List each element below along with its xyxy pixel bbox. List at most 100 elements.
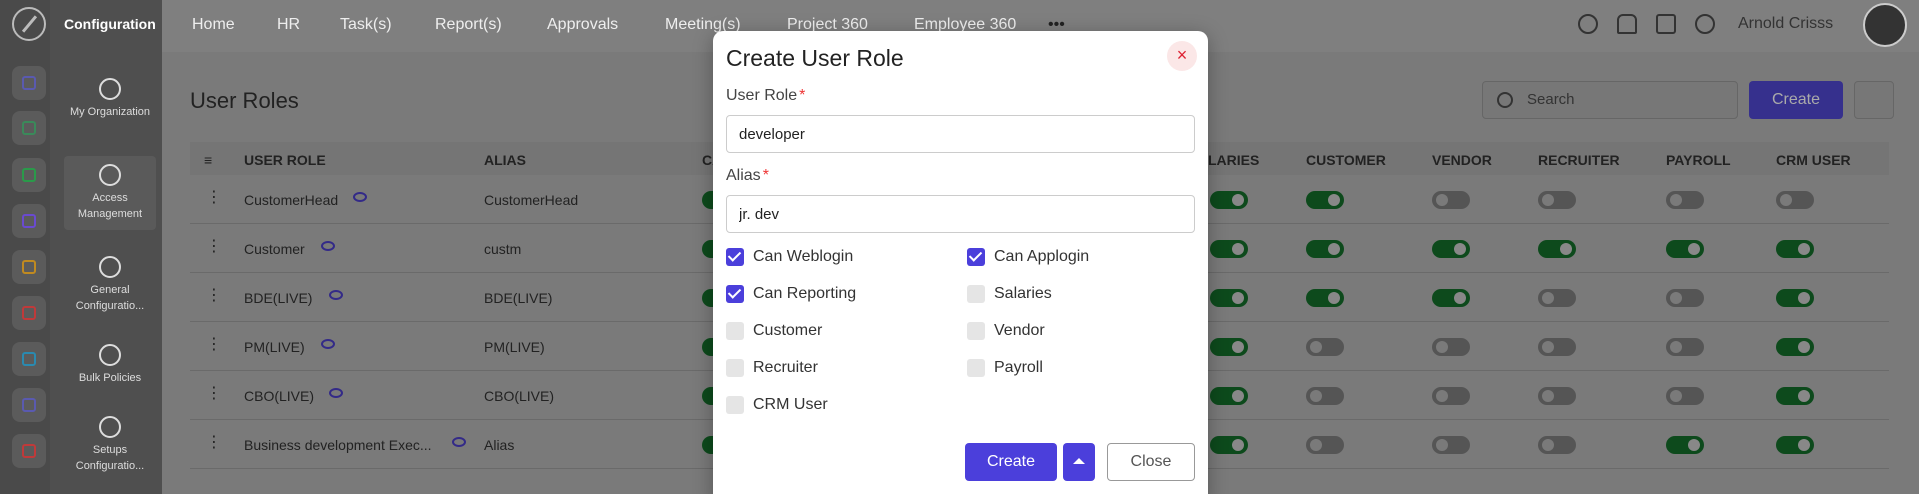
gear-icon[interactable] <box>1695 14 1715 34</box>
row-menu-icon[interactable]: ⋮ <box>206 236 222 256</box>
checkbox-can-weblogin[interactable]: Can Weblogin <box>726 248 853 266</box>
bell-icon[interactable] <box>1617 14 1637 34</box>
permission-toggle[interactable] <box>1538 436 1576 454</box>
users-icon[interactable] <box>12 111 46 145</box>
monitor-icon[interactable] <box>12 434 46 468</box>
permission-toggle[interactable] <box>1306 191 1344 209</box>
permission-toggle[interactable] <box>1432 191 1470 209</box>
create-button[interactable]: Create <box>1749 81 1843 119</box>
checkbox-box[interactable] <box>726 322 744 340</box>
sidebar-item-general-configuration[interactable]: General Configuratio... <box>64 256 156 314</box>
nav-reports[interactable]: Report(s) <box>435 16 502 34</box>
permission-toggle[interactable] <box>1306 387 1344 405</box>
checkbox-box[interactable] <box>726 285 744 303</box>
filter-icon[interactable] <box>1854 81 1894 119</box>
checkbox-box[interactable] <box>726 359 744 377</box>
checkbox-vendor[interactable]: Vendor <box>967 322 1045 340</box>
nav-home[interactable]: Home <box>192 16 235 34</box>
apps-grid-icon[interactable] <box>1656 14 1676 34</box>
nav-tasks[interactable]: Task(s) <box>340 16 392 34</box>
permission-toggle[interactable] <box>1776 387 1814 405</box>
permission-toggle[interactable] <box>1776 289 1814 307</box>
permission-toggle[interactable] <box>1432 387 1470 405</box>
chart-icon[interactable] <box>12 296 46 330</box>
permission-toggle[interactable] <box>1538 289 1576 307</box>
permission-toggle[interactable] <box>1210 387 1248 405</box>
user-role-input[interactable] <box>726 115 1195 153</box>
column-settings-icon[interactable]: ≡ <box>204 152 212 168</box>
row-menu-icon[interactable]: ⋮ <box>206 285 222 305</box>
permission-toggle[interactable] <box>1666 191 1704 209</box>
permission-toggle[interactable] <box>1538 338 1576 356</box>
checkbox-box[interactable] <box>967 359 985 377</box>
checkbox-salaries[interactable]: Salaries <box>967 285 1052 303</box>
alias-input[interactable] <box>726 195 1195 233</box>
create-role-button[interactable]: Create <box>965 443 1057 481</box>
checkbox-customer[interactable]: Customer <box>726 322 822 340</box>
permission-toggle[interactable] <box>1666 436 1704 454</box>
view-icon[interactable] <box>328 290 343 300</box>
view-icon[interactable] <box>320 241 335 251</box>
permission-toggle[interactable] <box>1666 240 1704 258</box>
permission-toggle[interactable] <box>1210 240 1248 258</box>
user-name[interactable]: Arnold Crisss <box>1738 15 1833 33</box>
nav-hr[interactable]: HR <box>277 16 300 34</box>
row-menu-icon[interactable]: ⋮ <box>206 383 222 403</box>
row-menu-icon[interactable]: ⋮ <box>206 187 222 207</box>
column-user-role[interactable]: USER ROLE <box>244 152 326 168</box>
permission-toggle[interactable] <box>1306 240 1344 258</box>
sidebar-item-setups-configuration[interactable]: Setups Configuratio... <box>64 416 156 474</box>
permission-toggle[interactable] <box>1538 191 1576 209</box>
permission-toggle[interactable] <box>1666 338 1704 356</box>
search-icon[interactable] <box>1578 14 1598 34</box>
sidebar-item-access-management[interactable]: Access Management <box>64 156 156 230</box>
permission-toggle[interactable] <box>1306 289 1344 307</box>
checkbox-box[interactable] <box>967 322 985 340</box>
checkbox-crm-user[interactable]: CRM User <box>726 396 828 414</box>
permission-toggle[interactable] <box>1432 338 1470 356</box>
permission-toggle[interactable] <box>1306 436 1344 454</box>
caret-up-icon[interactable] <box>1063 443 1095 481</box>
permission-toggle[interactable] <box>1776 338 1814 356</box>
home-icon[interactable] <box>12 66 46 100</box>
permission-toggle[interactable] <box>1776 240 1814 258</box>
permission-toggle[interactable] <box>1432 240 1470 258</box>
avatar[interactable] <box>1863 3 1907 47</box>
view-icon[interactable] <box>452 437 466 447</box>
checkbox-box[interactable] <box>726 248 744 266</box>
permission-toggle[interactable] <box>1538 387 1576 405</box>
permission-toggle[interactable] <box>1210 338 1248 356</box>
people-icon[interactable] <box>12 250 46 284</box>
sidebar-item-my-organization[interactable]: My Organization <box>64 78 156 120</box>
checkbox-can-applogin[interactable]: Can Applogin <box>967 248 1089 266</box>
archive-icon[interactable] <box>12 342 46 376</box>
permission-toggle[interactable] <box>1210 436 1248 454</box>
layers-icon[interactable] <box>12 388 46 422</box>
permission-toggle[interactable] <box>1306 338 1344 356</box>
sidebar-item-bulk-policies[interactable]: Bulk Policies <box>64 344 156 386</box>
permission-toggle[interactable] <box>1210 191 1248 209</box>
row-menu-icon[interactable]: ⋮ <box>206 432 222 452</box>
permission-toggle[interactable] <box>1666 289 1704 307</box>
checkbox-recruiter[interactable]: Recruiter <box>726 359 818 377</box>
lock-icon[interactable] <box>12 158 46 192</box>
checkbox-box[interactable] <box>967 285 985 303</box>
checkbox-payroll[interactable]: Payroll <box>967 359 1043 377</box>
checkbox-box[interactable] <box>967 248 985 266</box>
close-button[interactable]: Close <box>1107 443 1195 481</box>
column-alias[interactable]: ALIAS <box>484 152 526 168</box>
permission-toggle[interactable] <box>1666 387 1704 405</box>
view-icon[interactable] <box>328 388 343 398</box>
permission-toggle[interactable] <box>1776 436 1814 454</box>
box-icon[interactable] <box>12 204 46 238</box>
permission-toggle[interactable] <box>1776 191 1814 209</box>
permission-toggle[interactable] <box>1538 240 1576 258</box>
search-input[interactable]: Search <box>1482 81 1738 119</box>
close-icon[interactable]: × <box>1167 41 1197 71</box>
permission-toggle[interactable] <box>1432 289 1470 307</box>
checkbox-box[interactable] <box>726 396 744 414</box>
nav-approvals[interactable]: Approvals <box>547 16 618 34</box>
view-icon[interactable] <box>353 192 368 202</box>
permission-toggle[interactable] <box>1210 289 1248 307</box>
view-icon[interactable] <box>320 339 335 349</box>
